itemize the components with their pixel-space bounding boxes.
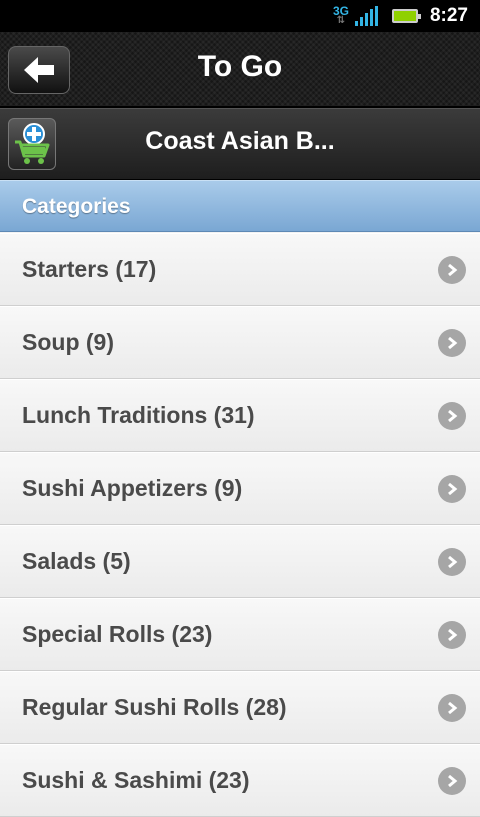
category-list: Starters (17) Soup (9) Lunch Traditions … (0, 233, 480, 817)
title-bar: To Go (0, 32, 480, 108)
list-item-label: Sushi Appetizers (9) (22, 475, 243, 501)
signal-strength-icon (354, 6, 378, 26)
battery-icon (391, 9, 421, 23)
list-item-label: Sushi & Sashimi (23) (22, 767, 250, 793)
list-item[interactable]: Soup (9) (0, 306, 480, 379)
chevron-right-icon (438, 694, 466, 722)
chevron-right-icon (438, 475, 466, 503)
chevron-right-icon (438, 256, 466, 284)
restaurant-name: Coast Asian B... (145, 127, 335, 155)
clock: 8:27 (429, 5, 468, 26)
list-item[interactable]: Special Rolls (23) (0, 598, 480, 671)
list-item-label: Lunch Traditions (31) (22, 402, 255, 428)
categories-header: Categories (0, 180, 480, 232)
chevron-right-icon (438, 548, 466, 576)
page-title: To Go (197, 50, 283, 83)
chevron-right-icon (438, 621, 466, 649)
list-item[interactable]: Lunch Traditions (31) (0, 379, 480, 452)
list-item[interactable]: Salads (5) (0, 525, 480, 598)
network-indicator: 3G ⇅ (333, 5, 349, 26)
status-bar: 3G ⇅ 8:27 (0, 0, 480, 32)
list-item[interactable]: Regular Sushi Rolls (28) (0, 671, 480, 744)
categories-title: Categories (22, 195, 131, 218)
list-item-label: Soup (9) (22, 329, 114, 355)
list-item[interactable]: Sushi & Sashimi (23) (0, 744, 480, 817)
list-item[interactable]: Sushi Appetizers (9) (0, 452, 480, 525)
chevron-right-icon (438, 402, 466, 430)
list-item-label: Salads (5) (22, 548, 131, 574)
list-item-label: Starters (17) (22, 256, 157, 282)
chevron-right-icon (438, 329, 466, 357)
restaurant-bar: Coast Asian B... (0, 108, 480, 180)
list-item-label: Special Rolls (23) (22, 621, 213, 647)
list-item[interactable]: Starters (17) (0, 233, 480, 306)
chevron-right-icon (438, 767, 466, 795)
list-item-label: Regular Sushi Rolls (28) (22, 694, 287, 720)
